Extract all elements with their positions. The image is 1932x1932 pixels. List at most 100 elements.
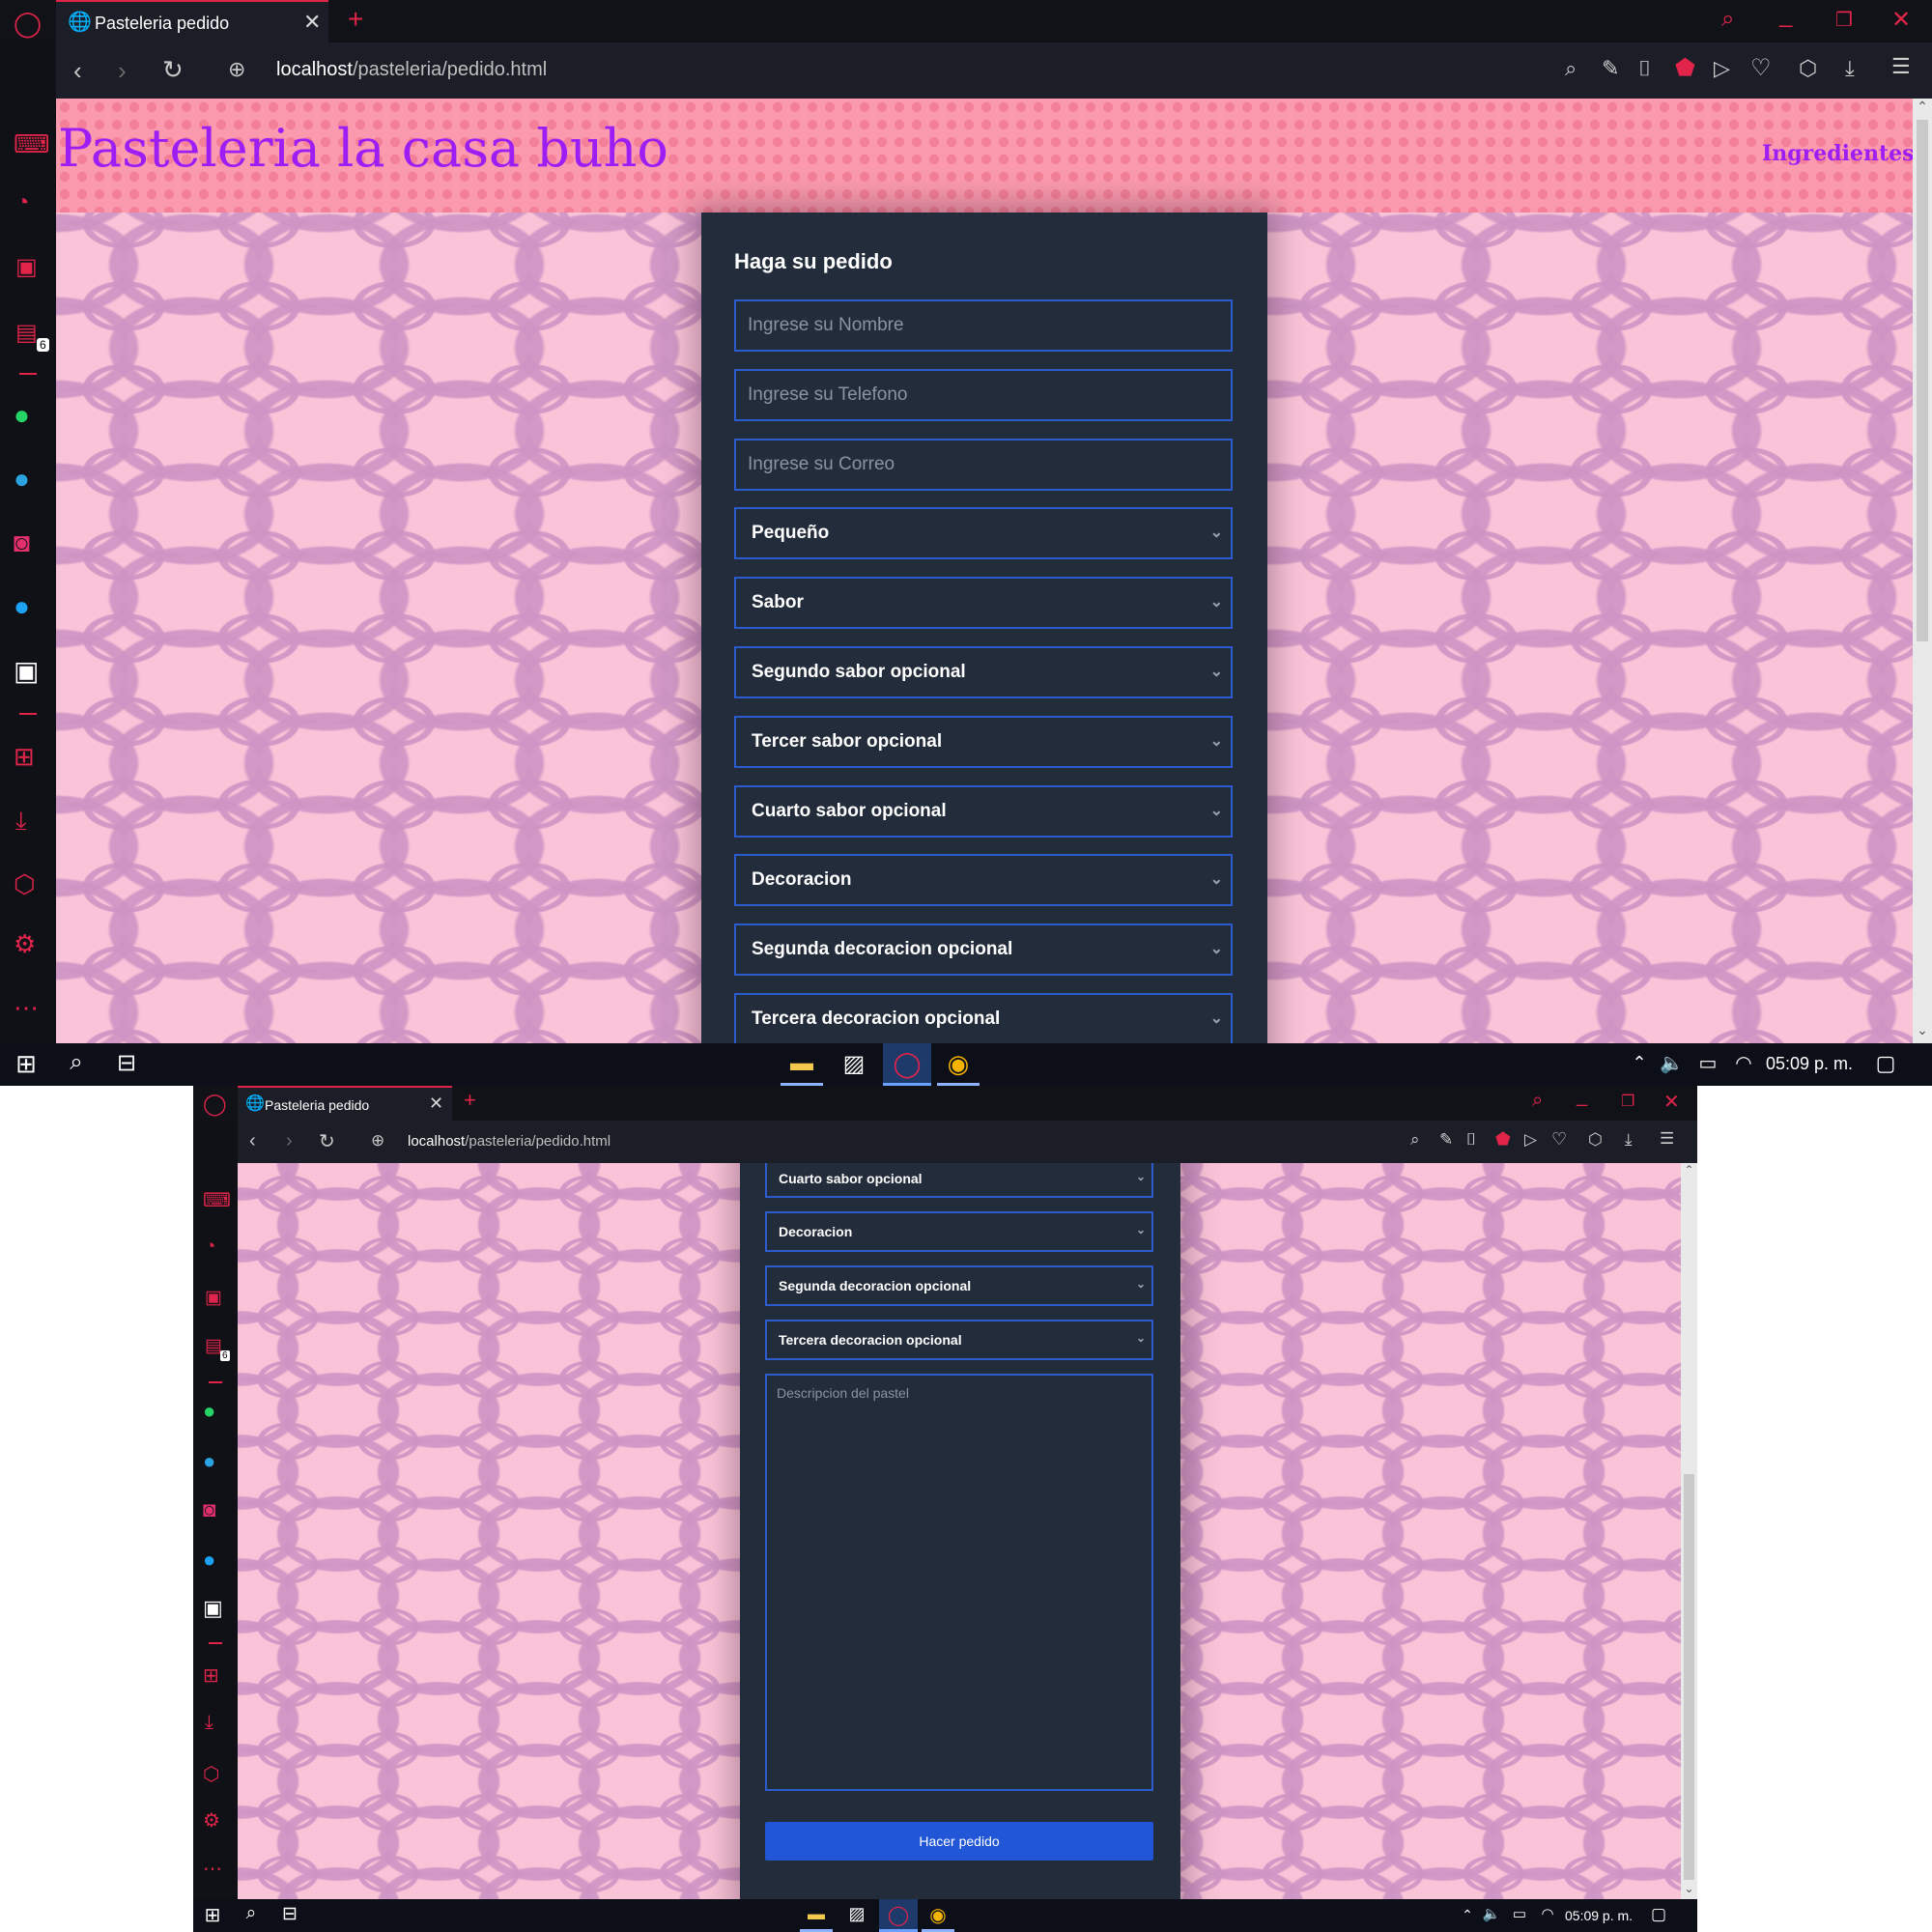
back-icon[interactable]: ‹ (73, 56, 82, 86)
flavor4-select[interactable]: Cuarto sabor opcional ⌄ (734, 785, 1233, 838)
scroll-up-icon[interactable]: ⌃ (1682, 1163, 1696, 1177)
more-icon[interactable]: ⋯ (203, 1857, 222, 1881)
chrome-icon[interactable]: ◉ (937, 1043, 980, 1086)
downloads-icon[interactable]: ⤓ (15, 806, 27, 837)
box-icon[interactable]: ⬡ (1799, 56, 1817, 81)
file-explorer-icon[interactable]: ▬ (781, 1043, 823, 1086)
close-icon[interactable]: ✕ (429, 1094, 443, 1114)
forward-icon[interactable]: › (118, 56, 127, 86)
scrollbar-thumb[interactable] (1917, 120, 1928, 641)
decoration3-select[interactable]: Tercera decoracion opcional ⌄ (765, 1320, 1153, 1360)
opera-icon[interactable]: ◯ (883, 1043, 931, 1086)
box-icon[interactable]: ⬡ (203, 1762, 219, 1786)
whatsapp-icon[interactable]: ● (14, 400, 30, 431)
speed-dial-icon[interactable]: ◔ (205, 1236, 215, 1258)
decoration-select[interactable]: Decoracion ⌄ (765, 1211, 1153, 1252)
name-field[interactable]: Ingrese su Nombre (734, 299, 1233, 352)
chevron-up-icon[interactable]: ⌃ (1629, 1053, 1650, 1073)
decoration2-select[interactable]: Segunda decoracion opcional ⌄ (734, 923, 1233, 976)
opera-icon[interactable]: ◯ (203, 1092, 227, 1117)
more-icon[interactable]: ⋯ (14, 993, 39, 1023)
telegram-icon[interactable]: ● (203, 1449, 215, 1474)
adblock-icon[interactable]: ⬟ (1675, 54, 1695, 82)
search-icon[interactable]: ⌕ (240, 1903, 263, 1924)
twitch-icon[interactable]: ▤ (15, 319, 38, 347)
gamepad-icon[interactable]: ⌨ (14, 129, 50, 159)
volume-icon[interactable]: 🔈 (1660, 1051, 1684, 1075)
restore-icon[interactable]: ❐ (1835, 8, 1853, 32)
description-textarea[interactable]: Descripcion del pastel (765, 1374, 1153, 1791)
instagram-icon[interactable]: ◙ (203, 1497, 215, 1522)
minimize-icon[interactable]: _ (1779, 2, 1792, 29)
menu-icon[interactable]: ☰ (1660, 1129, 1674, 1149)
adblock-icon[interactable]: ⬟ (1495, 1129, 1511, 1150)
search-icon[interactable]: ⌕ (1410, 1130, 1420, 1150)
close-icon[interactable]: ✕ (1891, 6, 1911, 34)
discord-icon[interactable]: ▣ (203, 1596, 223, 1621)
gamepad-icon[interactable]: ⌨ (203, 1188, 231, 1212)
clock[interactable]: 05:09 p. m. (1766, 1054, 1853, 1074)
opera-icon[interactable]: ◯ (879, 1899, 918, 1932)
photos-icon[interactable]: ▨ (833, 1043, 875, 1086)
back-icon[interactable]: ‹ (249, 1130, 256, 1152)
task-view-icon[interactable]: ⊟ (112, 1049, 141, 1077)
send-icon[interactable]: ▷ (1714, 56, 1730, 81)
phone-field[interactable]: Ingrese su Telefono (734, 369, 1233, 421)
email-field[interactable]: Ingrese su Correo (734, 439, 1233, 491)
heart-icon[interactable]: ♡ (1750, 54, 1772, 82)
notifications-icon[interactable]: ▢ (1648, 1905, 1669, 1924)
edit-icon[interactable]: ✎ (1439, 1130, 1453, 1150)
discord-icon[interactable]: ▣ (14, 655, 39, 687)
box-icon[interactable]: ⬡ (1588, 1130, 1603, 1150)
apps-icon[interactable]: ⊞ (203, 1663, 219, 1688)
tab-pasteleria[interactable]: 🌐 Pasteleria pedido ✕ (56, 0, 328, 43)
wifi-icon[interactable]: ◠ (1731, 1051, 1756, 1075)
restore-icon[interactable]: ❐ (1621, 1092, 1634, 1111)
tab-pasteleria[interactable]: 🌐 Pasteleria pedido ✕ (238, 1086, 452, 1121)
size-select[interactable]: Pequeño ⌄ (734, 507, 1233, 559)
volume-icon[interactable]: 🔈 (1482, 1905, 1501, 1922)
minimize-icon[interactable]: _ (1577, 1086, 1587, 1108)
battery-icon[interactable]: ▭ (1694, 1051, 1721, 1075)
snapshot-icon[interactable]: ⌷ (1466, 1130, 1476, 1150)
submit-order-button[interactable]: Hacer pedido (765, 1822, 1153, 1861)
notifications-icon[interactable]: ▢ (1872, 1051, 1899, 1076)
windows-start-icon[interactable]: ⊞ (12, 1049, 41, 1079)
briefcase-icon[interactable]: ▣ (205, 1287, 222, 1309)
telegram-icon[interactable]: ● (14, 464, 30, 495)
chrome-icon[interactable]: ◉ (922, 1899, 954, 1932)
battery-icon[interactable]: ▭ (1509, 1905, 1530, 1922)
instagram-icon[interactable]: ◙ (14, 527, 30, 558)
decoration3-select[interactable]: Tercera decoracion opcional ⌄ (734, 993, 1233, 1043)
forward-icon[interactable]: › (286, 1130, 293, 1152)
reload-icon[interactable]: ↻ (319, 1129, 335, 1153)
scroll-up-icon[interactable]: ⌃ (1915, 99, 1930, 115)
flavor-select[interactable]: Sabor ⌄ (734, 577, 1233, 629)
vertical-scrollbar[interactable]: ⌃ ⌄ (1681, 1163, 1697, 1899)
menu-icon[interactable]: ☰ (1891, 54, 1911, 79)
edit-icon[interactable]: ✎ (1602, 56, 1619, 81)
twitter-icon[interactable]: ● (203, 1548, 215, 1573)
settings-icon[interactable]: ⚙ (14, 929, 36, 959)
clock[interactable]: 05:09 p. m. (1565, 1908, 1633, 1923)
snapshot-icon[interactable]: ⌷ (1638, 56, 1651, 81)
search-icon[interactable]: ⌕ (1565, 56, 1577, 81)
scrollbar-thumb[interactable] (1684, 1474, 1694, 1880)
chevron-up-icon[interactable]: ⌃ (1459, 1907, 1476, 1923)
search-icon[interactable]: ⌕ (62, 1049, 91, 1076)
decoration2-select[interactable]: Segunda decoracion opcional ⌄ (765, 1265, 1153, 1306)
flavor4-select[interactable]: Cuarto sabor opcional ⌄ (765, 1163, 1153, 1198)
apps-icon[interactable]: ⊞ (14, 742, 35, 772)
briefcase-icon[interactable]: ▣ (15, 253, 38, 281)
search-icon[interactable]: ⌕ (1721, 6, 1734, 33)
send-icon[interactable]: ▷ (1524, 1130, 1537, 1150)
close-icon[interactable]: ✕ (1663, 1090, 1680, 1114)
ingredientes-link[interactable]: Ingredientes (1762, 141, 1913, 166)
flavor3-select[interactable]: Tercer sabor opcional ⌄ (734, 716, 1233, 768)
vertical-scrollbar[interactable]: ⌃ ⌄ (1913, 99, 1932, 1043)
scroll-down-icon[interactable]: ⌄ (1682, 1882, 1696, 1895)
heart-icon[interactable]: ♡ (1551, 1129, 1567, 1150)
task-view-icon[interactable]: ⊟ (278, 1903, 301, 1925)
wifi-icon[interactable]: ◠ (1538, 1905, 1557, 1922)
settings-icon[interactable]: ⚙ (203, 1808, 220, 1833)
